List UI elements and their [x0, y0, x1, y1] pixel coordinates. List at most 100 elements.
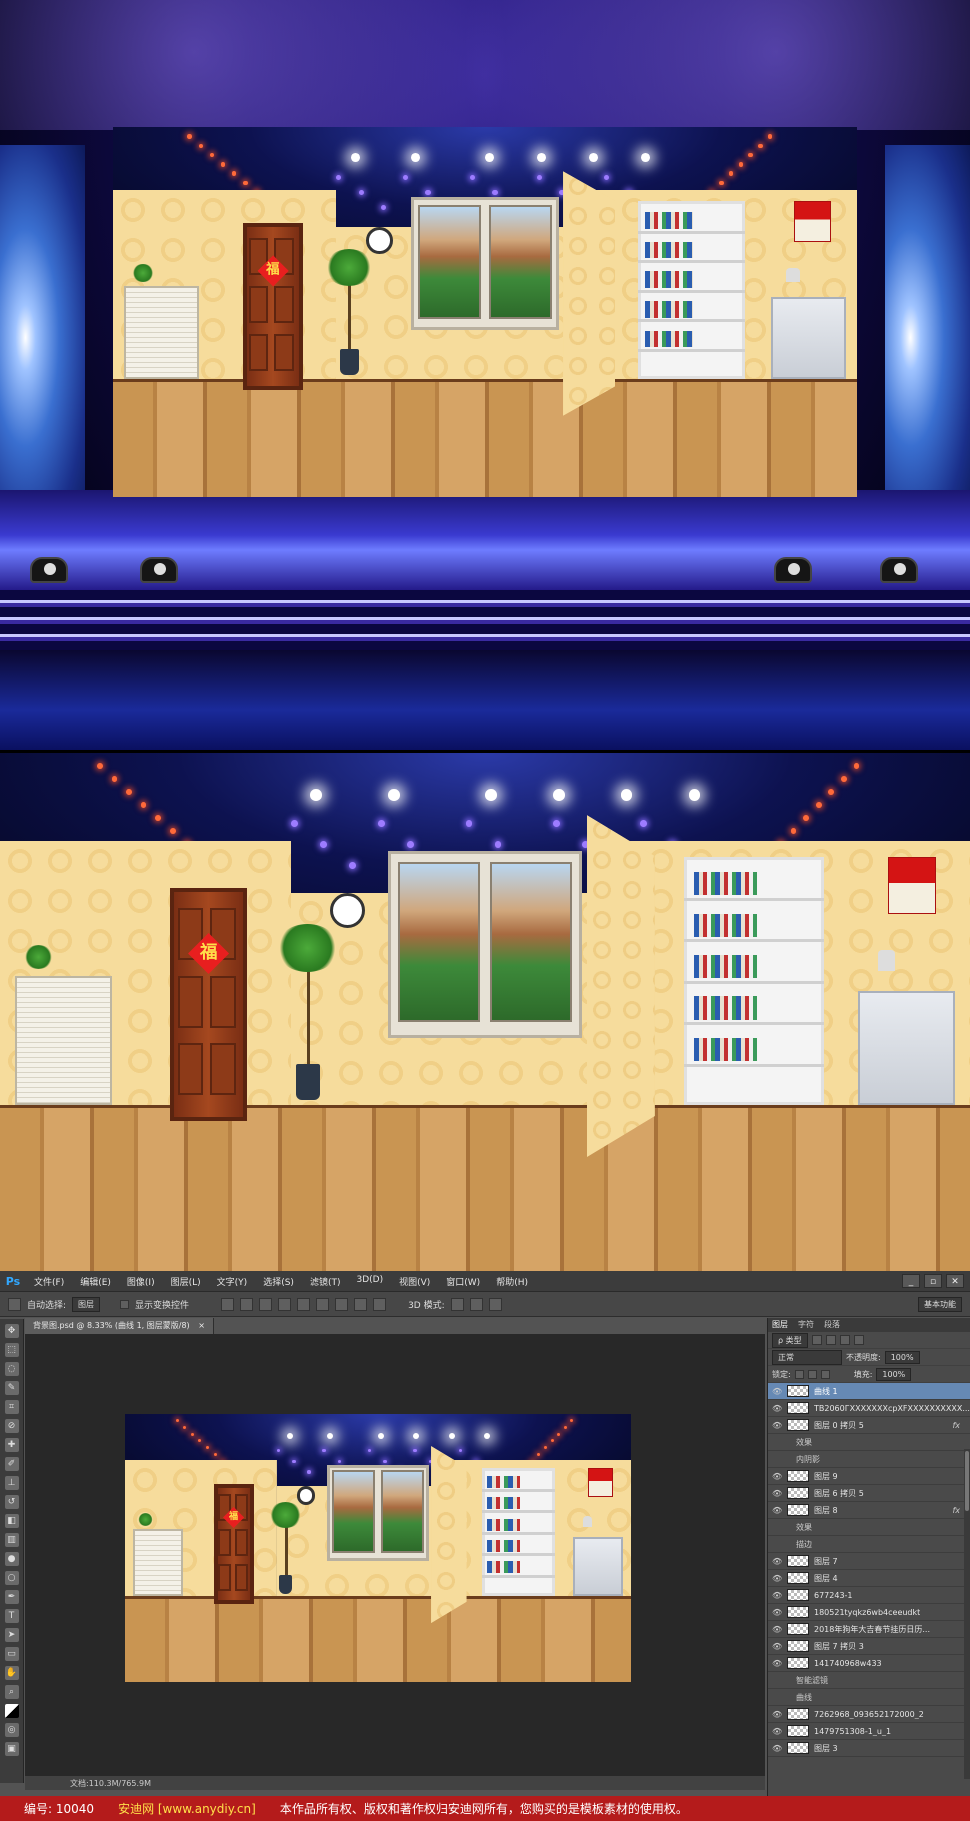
filter-adjust-icon[interactable] — [825, 1335, 836, 1345]
menu-item[interactable]: 编辑(E) — [72, 1275, 119, 1288]
layer-row[interactable]: 👁 图层 7 — [768, 1553, 970, 1570]
3d-pan-icon[interactable] — [488, 1297, 502, 1311]
layer-row[interactable]: 👁 677243-1 — [768, 1587, 970, 1604]
opacity-input[interactable]: 100% — [884, 1350, 920, 1364]
workspace-dropdown[interactable]: 基本功能 — [918, 1296, 962, 1312]
menu-item[interactable]: 视图(V) — [391, 1275, 438, 1288]
layer-fx-icon[interactable]: fx — [952, 1421, 960, 1430]
visibility-eye-icon[interactable]: 👁 — [772, 1744, 782, 1753]
document-tab[interactable]: 背景图.psd @ 8.33% (曲线 1, 图层蒙版/8) × — [25, 1318, 214, 1334]
menu-item[interactable]: 图像(I) — [119, 1275, 163, 1288]
layer-row[interactable]: 👁 2018年狗年大吉春节挂历日历... — [768, 1621, 970, 1638]
layer-fx-icon[interactable]: fx — [952, 1506, 960, 1515]
3d-roll-icon[interactable] — [469, 1297, 483, 1311]
crop-tool-icon[interactable]: ⌗ — [4, 1400, 19, 1414]
menu-item[interactable]: 窗口(W) — [438, 1275, 488, 1288]
menu-item[interactable]: 3D(D) — [348, 1275, 391, 1288]
visibility-eye-icon[interactable]: 👁 — [772, 1472, 782, 1481]
lock-pixels-icon[interactable] — [794, 1369, 804, 1379]
3d-rotate-icon[interactable] — [450, 1297, 464, 1311]
filter-type-icon[interactable] — [839, 1335, 850, 1345]
tab-character[interactable]: 字符 — [798, 1318, 814, 1332]
path-select-tool-icon[interactable]: ➤ — [4, 1628, 19, 1642]
menu-item[interactable]: 图层(L) — [163, 1275, 209, 1288]
visibility-eye-icon[interactable]: 👁 — [772, 1421, 782, 1430]
layer-effect-row[interactable]: 内阴影 — [768, 1451, 970, 1468]
stamp-tool-icon[interactable]: ⊥ — [4, 1476, 19, 1490]
align-hcenter-icon[interactable] — [297, 1297, 311, 1311]
color-swatch-icon[interactable] — [4, 1704, 19, 1718]
history-brush-icon[interactable]: ↺ — [4, 1495, 19, 1509]
visibility-eye-icon[interactable]: 👁 — [772, 1557, 782, 1566]
eyedropper-tool-icon[interactable]: ⊘ — [4, 1419, 19, 1433]
layers-scrollbar[interactable] — [964, 1449, 970, 1779]
align-top-icon[interactable] — [221, 1297, 235, 1311]
distribute-icon[interactable] — [354, 1297, 368, 1311]
distribute-icon[interactable] — [373, 1297, 387, 1311]
menu-item[interactable]: 文件(F) — [26, 1275, 72, 1288]
visibility-eye-icon[interactable]: 👁 — [772, 1506, 782, 1515]
healing-tool-icon[interactable]: ✚ — [4, 1438, 19, 1452]
quick-select-tool-icon[interactable]: ✎ — [4, 1381, 19, 1395]
align-right-icon[interactable] — [316, 1297, 330, 1311]
layer-row[interactable]: 👁 图层 9 — [768, 1468, 970, 1485]
layer-row[interactable]: 👁 图层 3 — [768, 1740, 970, 1757]
close-button[interactable]: ✕ — [946, 1274, 964, 1288]
close-tab-icon[interactable]: × — [198, 1321, 205, 1330]
lock-position-icon[interactable] — [807, 1369, 817, 1379]
layer-effect-row[interactable]: 效果 — [768, 1434, 970, 1451]
layer-effect-row[interactable]: 效果 — [768, 1519, 970, 1536]
transform-checkbox[interactable] — [120, 1299, 130, 1309]
menu-item[interactable]: 滤镜(T) — [302, 1275, 349, 1288]
lasso-tool-icon[interactable]: ◌ — [4, 1362, 19, 1376]
restore-button[interactable]: ▫ — [924, 1274, 942, 1288]
visibility-eye-icon[interactable]: 👁 — [772, 1387, 782, 1396]
filter-shape-icon[interactable] — [853, 1335, 864, 1345]
zoom-tool-icon[interactable]: ⌕ — [4, 1685, 19, 1699]
menu-item[interactable]: 文字(Y) — [209, 1275, 256, 1288]
visibility-eye-icon[interactable]: 👁 — [772, 1727, 782, 1736]
visibility-eye-icon[interactable]: 👁 — [772, 1608, 782, 1617]
visibility-eye-icon[interactable]: 👁 — [772, 1642, 782, 1651]
visibility-eye-icon[interactable]: 👁 — [772, 1591, 782, 1600]
layer-row[interactable]: 👁 图层 6 拷贝 5 — [768, 1485, 970, 1502]
layer-kind-filter[interactable]: ρ 类型 — [772, 1332, 808, 1348]
visibility-eye-icon[interactable]: 👁 — [772, 1574, 782, 1583]
layer-row[interactable]: 👁 141740968w433 — [768, 1655, 970, 1672]
blur-tool-icon[interactable]: ● — [4, 1552, 19, 1566]
move-tool-icon[interactable] — [8, 1297, 21, 1311]
filter-pixel-icon[interactable] — [811, 1335, 822, 1345]
lock-all-icon[interactable] — [820, 1369, 830, 1379]
align-bottom-icon[interactable] — [259, 1297, 273, 1311]
eraser-tool-icon[interactable]: ◧ — [4, 1514, 19, 1528]
layer-row[interactable]: 👁 曲线 1 — [768, 1383, 970, 1400]
screen-mode-icon[interactable]: ▣ — [4, 1742, 19, 1756]
layer-effect-row[interactable]: 描边 — [768, 1536, 970, 1553]
pen-tool-icon[interactable]: ✒ — [4, 1590, 19, 1604]
canvas-document[interactable]: 福 — [125, 1414, 631, 1682]
layer-effect-row[interactable]: 曲线 — [768, 1689, 970, 1706]
visibility-eye-icon[interactable]: 👁 — [772, 1489, 782, 1498]
layer-row[interactable]: 👁 180521tyqkz6wb4ceeudkt — [768, 1604, 970, 1621]
align-left-icon[interactable] — [278, 1297, 292, 1311]
gradient-tool-icon[interactable]: ▥ — [4, 1533, 19, 1547]
layer-row[interactable]: 👁 图层 4 — [768, 1570, 970, 1587]
move-tool-icon[interactable]: ✥ — [4, 1324, 19, 1338]
layer-row[interactable]: 👁 图层 0 拷贝 5 fx — [768, 1417, 970, 1434]
hand-tool-icon[interactable]: ✋ — [4, 1666, 19, 1680]
auto-select-dropdown[interactable]: 图层 — [72, 1296, 101, 1312]
tab-layers[interactable]: 图层 — [772, 1318, 788, 1332]
marquee-tool-icon[interactable]: ⬚ — [4, 1343, 19, 1357]
type-tool-icon[interactable]: T — [4, 1609, 19, 1623]
align-vcenter-icon[interactable] — [240, 1297, 254, 1311]
auto-select-label[interactable]: 自动选择: — [27, 1298, 66, 1311]
layer-row[interactable]: 👁 7262968_093652172000_2 — [768, 1706, 970, 1723]
layer-row[interactable]: 👁 TB2060ГXXXXXXXcpXFXXXXXXXXXX... — [768, 1400, 970, 1417]
minimize-button[interactable]: _ — [902, 1274, 920, 1288]
blend-mode-dropdown[interactable]: 正常 — [772, 1349, 842, 1365]
quick-mask-icon[interactable]: ◎ — [4, 1723, 19, 1737]
dodge-tool-icon[interactable]: ○ — [4, 1571, 19, 1585]
canvas-area[interactable]: 福 — [25, 1334, 765, 1776]
tab-paragraph[interactable]: 段落 — [824, 1318, 840, 1332]
layer-effect-row[interactable]: 智能滤镜 — [768, 1672, 970, 1689]
